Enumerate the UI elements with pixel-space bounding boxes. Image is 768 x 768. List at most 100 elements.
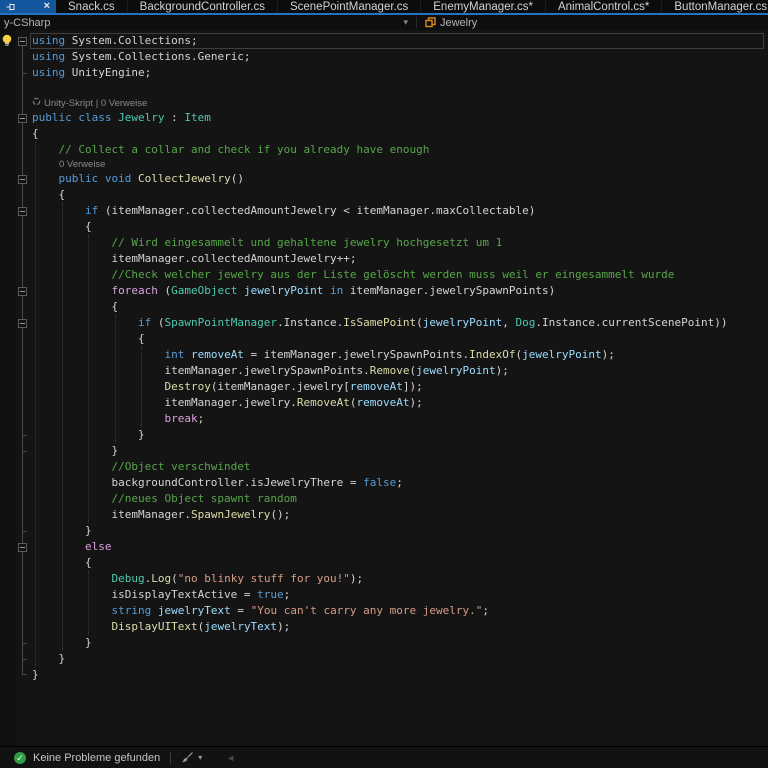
code-text: Debug.Log("no blinky stuff for you!");: [111, 572, 364, 585]
code-cleanup-button[interactable]: ▾: [181, 751, 202, 764]
tab-animalcontrol-cs-[interactable]: AnimalControl.cs*: [546, 0, 663, 13]
health-label: Keine Probleme gefunden: [33, 751, 161, 764]
fold-collapse-icon[interactable]: [18, 542, 27, 552]
code-line[interactable]: // Wird eingesammelt und gehaltene jewel…: [0, 235, 768, 251]
fold-collapse-icon[interactable]: [18, 174, 27, 184]
code-line[interactable]: if (SpawnPointManager.Instance.IsSamePoi…: [0, 315, 768, 331]
glyph-margin: [0, 97, 16, 110]
code-line[interactable]: {: [0, 219, 768, 235]
codelens-line[interactable]: 0 Verweise: [0, 158, 768, 171]
tab-bar: × Snack.cs BackgroundController.cs ScenePo…: [0, 0, 768, 13]
outline-margin: [16, 267, 29, 283]
code-line[interactable]: }: [0, 523, 768, 539]
tab-backgroundcontroller-cs[interactable]: BackgroundController.cs: [128, 0, 278, 13]
code-line[interactable]: public class Jewelry : Item: [0, 110, 768, 126]
code-lines: using System.Collections; using System.Co…: [0, 33, 768, 683]
tab-buttonmanager-cs[interactable]: ButtonManager.cs: [662, 0, 768, 13]
lightbulb-icon[interactable]: [0, 33, 16, 49]
outline-margin: [16, 331, 29, 347]
code-line[interactable]: using System.Collections;: [0, 33, 768, 49]
code-line[interactable]: itemManager.jewelrySpawnPoints.Remove(je…: [0, 363, 768, 379]
code-text: itemManager.SpawnJewelry();: [32, 508, 291, 521]
code-line[interactable]: itemManager.collectedAmountJewelry++;: [0, 251, 768, 267]
code-text: DisplayUIText(jewelryText);: [111, 620, 291, 633]
outline-margin: [16, 523, 29, 539]
outline-margin: [16, 97, 29, 110]
glyph-margin: [0, 158, 16, 171]
code-line[interactable]: isDisplayTextActive = true;: [0, 587, 768, 603]
code-line[interactable]: string jewelryText = "You can't carry an…: [0, 603, 768, 619]
close-icon[interactable]: ×: [44, 1, 50, 12]
glyph-margin: [0, 667, 16, 683]
code-line[interactable]: // Collect a collar and check if you alr…: [0, 142, 768, 158]
code-line[interactable]: }: [0, 427, 768, 443]
code-text: }: [32, 524, 92, 537]
code-text: }: [32, 668, 39, 681]
code-line[interactable]: public void CollectJewelry(): [0, 171, 768, 187]
glyph-margin: [0, 523, 16, 539]
code-text: //neues Object spawnt random: [32, 492, 297, 505]
code-line[interactable]: backgroundController.isJewelryThere = fa…: [0, 475, 768, 491]
glyph-margin: [0, 347, 16, 363]
code-line[interactable]: }: [0, 667, 768, 683]
code-line[interactable]: {: [0, 126, 768, 142]
outline-margin: [16, 235, 29, 251]
member-dropdown[interactable]: Jewelry: [421, 15, 481, 30]
code-text: {: [32, 188, 66, 201]
code-line[interactable]: else: [0, 539, 768, 555]
active-tab[interactable]: ×: [0, 0, 56, 13]
glyph-margin: [0, 267, 16, 283]
glyph-margin: [0, 427, 16, 443]
code-line[interactable]: using UnityEngine;: [0, 65, 768, 81]
code-line[interactable]: }: [0, 651, 768, 667]
health-indicator[interactable]: ✓ Keine Probleme gefunden: [0, 751, 161, 764]
outline-margin: [16, 49, 29, 65]
code-line[interactable]: {: [0, 187, 768, 203]
fold-collapse-icon[interactable]: [18, 113, 27, 123]
code-text: itemManager.jewelry.RemoveAt(removeAt);: [32, 396, 423, 409]
code-line[interactable]: {: [0, 299, 768, 315]
code-line[interactable]: {: [0, 555, 768, 571]
glyph-margin: [0, 283, 16, 299]
outline-margin: [16, 651, 29, 667]
project-dropdown[interactable]: y-CSharp ▾: [0, 15, 412, 30]
glyph-margin: [0, 539, 16, 555]
outline-margin: [16, 81, 29, 97]
code-line[interactable]: Destroy(itemManager.jewelry[removeAt]);: [0, 379, 768, 395]
pin-icon[interactable]: [6, 2, 15, 12]
code-text: if (itemManager.collectedAmountJewelry <…: [84, 204, 536, 217]
glyph-margin: [0, 395, 16, 411]
tab-enemymanager-cs-[interactable]: EnemyManager.cs*: [421, 0, 546, 13]
fold-collapse-icon[interactable]: [18, 286, 27, 296]
code-line[interactable]: int removeAt = itemManager.jewelrySpawnP…: [0, 347, 768, 363]
code-line[interactable]: itemManager.SpawnJewelry();: [0, 507, 768, 523]
code-line[interactable]: //Check welcher jewelry aus der Liste ge…: [0, 267, 768, 283]
code-line[interactable]: }: [0, 635, 768, 651]
fold-collapse-icon[interactable]: [18, 36, 27, 46]
code-line[interactable]: using System.Collections.Generic;: [0, 49, 768, 65]
glyph-margin: [0, 187, 16, 203]
code-editor[interactable]: using System.Collections; using System.Co…: [0, 30, 768, 746]
fold-collapse-icon[interactable]: [18, 318, 27, 328]
code-line[interactable]: //Object verschwindet: [0, 459, 768, 475]
code-line[interactable]: itemManager.jewelry.RemoveAt(removeAt);: [0, 395, 768, 411]
code-line[interactable]: foreach (GameObject jewelryPoint in item…: [0, 283, 768, 299]
code-line[interactable]: Debug.Log("no blinky stuff for you!");: [0, 571, 768, 587]
fold-collapse-icon[interactable]: [18, 206, 27, 216]
lightbulb-icon: [2, 34, 12, 46]
tab-scenepointmanager-cs[interactable]: ScenePointManager.cs: [278, 0, 422, 13]
code-line[interactable]: DisplayUIText(jewelryText);: [0, 619, 768, 635]
code-line[interactable]: if (itemManager.collectedAmountJewelry <…: [0, 203, 768, 219]
glyph-margin: [0, 65, 16, 81]
code-line[interactable]: {: [0, 331, 768, 347]
code-text: using System.Collections.Generic;: [32, 50, 251, 63]
scroll-left-icon[interactable]: ◄: [226, 753, 235, 763]
codelens-line[interactable]: Unity-Skript | 0 Verweise: [0, 97, 768, 110]
glyph-margin: [0, 81, 16, 97]
outline-margin: [16, 126, 29, 142]
code-line[interactable]: break;: [0, 411, 768, 427]
code-line[interactable]: }: [0, 443, 768, 459]
outline-margin: [16, 379, 29, 395]
code-line[interactable]: //neues Object spawnt random: [0, 491, 768, 507]
tab-snack-cs[interactable]: Snack.cs: [56, 0, 128, 13]
